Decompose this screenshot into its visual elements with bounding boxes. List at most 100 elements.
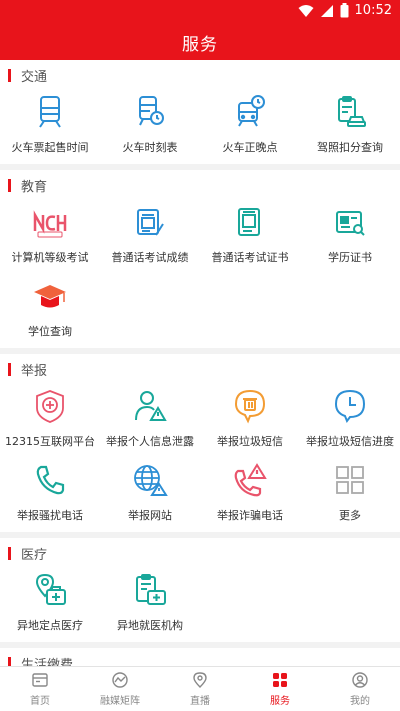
service-label: 普通话考试成绩 [111, 251, 189, 264]
section-marker [8, 656, 11, 666]
section-marker [8, 178, 11, 192]
service-diploma[interactable]: 学历证书 [300, 200, 400, 274]
mandarin-certificate-icon [238, 208, 260, 236]
service-label: 计算机等级考试 [11, 251, 89, 264]
service-label: 火车正晚点 [222, 141, 278, 154]
service-report-website[interactable]: 举报网站 [100, 458, 200, 532]
live-location-icon [193, 672, 207, 688]
car-license-icon [338, 96, 366, 127]
section-traffic: 交通 火车票起售时间 火车时刻表 火车正晚点 驾照扣分查询 [0, 60, 400, 164]
tab-label: 服务 [270, 696, 290, 707]
section-marker [8, 68, 11, 82]
tab-media-matrix[interactable]: 融媒矩阵 [80, 667, 160, 711]
train-clock-icon [238, 95, 265, 127]
tab-services[interactable]: 服务 [240, 667, 320, 711]
services-grid-icon [273, 673, 287, 687]
service-remote-medical[interactable]: 异地定点医疗 [0, 568, 100, 642]
service-label: 举报骚扰电话 [17, 509, 83, 522]
service-label: 异地就医机构 [117, 619, 183, 632]
wifi-icon [298, 4, 314, 17]
service-label: 12315互联网平台 [5, 435, 95, 448]
service-grid: 计算机等级考试 普通话考试成绩 普通话考试证书 学历证书 学位查询 [0, 200, 400, 348]
section-title: 举报 [21, 363, 48, 379]
clock-icon [334, 389, 366, 424]
home-icon [32, 673, 48, 687]
service-label: 举报垃圾短信 [217, 435, 283, 448]
service-more[interactable]: 更多 [300, 458, 400, 532]
service-label: 举报个人信息泄露 [106, 435, 194, 448]
service-train-ticket[interactable]: 火车票起售时间 [0, 90, 100, 164]
media-matrix-icon [112, 672, 128, 688]
service-train-delay[interactable]: 火车正晚点 [200, 90, 300, 164]
service-label: 更多 [339, 509, 361, 522]
tab-profile[interactable]: 我的 [320, 667, 400, 711]
phone-icon [36, 465, 65, 495]
service-label: 火车票起售时间 [11, 141, 89, 154]
medical-location-icon [35, 573, 66, 605]
section-title: 教育 [21, 179, 48, 195]
service-mandarin-score[interactable]: 普通话考试成绩 [100, 200, 200, 274]
section-header: 医疗 [0, 538, 400, 568]
train-schedule-icon [139, 96, 164, 126]
section-header: 交通 [0, 60, 400, 90]
status-bar: 10:52 [0, 0, 400, 24]
service-grid: 火车票起售时间 火车时刻表 火车正晚点 驾照扣分查询 [0, 90, 400, 164]
service-label: 异地定点医疗 [17, 619, 83, 632]
service-label: 举报诈骗电话 [217, 509, 283, 522]
section-title: 医疗 [21, 547, 48, 563]
section-marker [8, 546, 11, 560]
profile-icon [352, 672, 368, 688]
section-header: 举报 [0, 354, 400, 384]
train-icon [39, 96, 61, 128]
service-license-points[interactable]: 驾照扣分查询 [300, 90, 400, 164]
graduation-cap-icon [34, 285, 66, 308]
consumer-badge-icon [36, 390, 64, 423]
service-label: 学历证书 [328, 251, 372, 264]
section-title: 生活缴费 [21, 657, 74, 667]
section-header: 生活缴费 [0, 648, 400, 666]
section-title: 交通 [21, 69, 48, 85]
tab-label: 我的 [350, 696, 370, 707]
battery-icon [340, 3, 349, 18]
section-medical: 医疗 异地定点医疗 异地就医机构 [0, 538, 400, 642]
ncre-logo-icon [33, 210, 67, 238]
service-ncre[interactable]: 计算机等级考试 [0, 200, 100, 274]
services-content[interactable]: 交通 火车票起售时间 火车时刻表 火车正晚点 驾照扣分查询 教育 计算机等级考试… [0, 60, 400, 666]
service-report-spam-sms[interactable]: 举报垃圾短信 [200, 384, 300, 458]
service-label: 学位查询 [28, 325, 72, 338]
diploma-icon [336, 211, 365, 236]
section-report: 举报 12315互联网平台 举报个人信息泄露 举报垃圾短信 举报垃圾短信进度 举… [0, 354, 400, 532]
service-report-harass-call[interactable]: 举报骚扰电话 [0, 458, 100, 532]
service-12315[interactable]: 12315互联网平台 [0, 384, 100, 458]
header: 服务 [0, 24, 400, 60]
service-label: 普通话考试证书 [211, 251, 289, 264]
service-degree[interactable]: 学位查询 [0, 274, 100, 348]
service-mandarin-certificate[interactable]: 普通话考试证书 [200, 200, 300, 274]
tab-label: 融媒矩阵 [100, 696, 140, 707]
section-utilities: 生活缴费 [0, 648, 400, 666]
tab-live[interactable]: 直播 [160, 667, 240, 711]
service-label: 火车时刻表 [122, 141, 178, 154]
page-title: 服务 [182, 34, 218, 55]
person-warning-icon [135, 391, 167, 421]
bottom-tab-bar: 首页 融媒矩阵 直播 服务 我的 [0, 666, 400, 711]
service-train-schedule[interactable]: 火车时刻表 [100, 90, 200, 164]
service-label: 举报网站 [128, 509, 172, 522]
mandarin-score-icon [137, 209, 164, 236]
spam-sms-icon [234, 389, 266, 424]
service-report-fraud-call[interactable]: 举报诈骗电话 [200, 458, 300, 532]
service-grid: 12315互联网平台 举报个人信息泄露 举报垃圾短信 举报垃圾短信进度 举报骚扰… [0, 384, 400, 532]
medical-clipboard-icon [136, 574, 166, 605]
section-marker [8, 362, 11, 376]
phone-warning-icon [234, 463, 267, 497]
service-report-privacy[interactable]: 举报个人信息泄露 [100, 384, 200, 458]
tab-home[interactable]: 首页 [0, 667, 80, 711]
section-header: 教育 [0, 170, 400, 200]
tab-label: 首页 [30, 696, 50, 707]
status-icons: 10:52 [298, 3, 392, 18]
service-label: 举报垃圾短信进度 [306, 435, 394, 448]
service-report-spam-progress[interactable]: 举报垃圾短信进度 [300, 384, 400, 458]
signal-icon [320, 4, 333, 17]
service-remote-institution[interactable]: 异地就医机构 [100, 568, 200, 642]
service-grid: 异地定点医疗 异地就医机构 [0, 568, 400, 642]
